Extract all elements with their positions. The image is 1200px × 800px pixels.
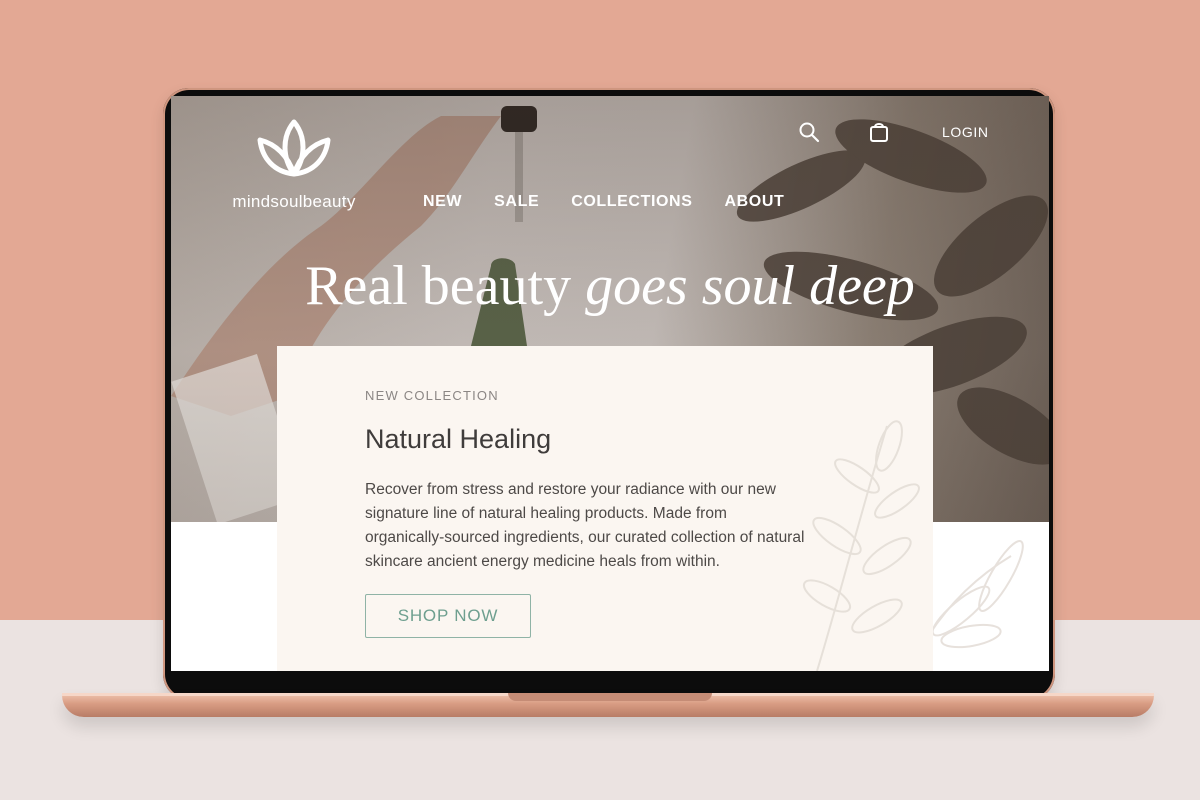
leaf-branch-illustration bbox=[802, 420, 920, 671]
nav-item-sale[interactable]: SALE bbox=[494, 193, 539, 211]
laptop-base-notch bbox=[508, 693, 712, 701]
card-description: Recover from stress and restore your rad… bbox=[365, 481, 805, 570]
shop-now-button[interactable]: SHOP NOW bbox=[365, 594, 531, 638]
brand-logo[interactable]: mindsoulbeauty bbox=[219, 118, 369, 212]
lotus-icon bbox=[257, 119, 331, 177]
login-link[interactable]: LOGIN bbox=[942, 124, 989, 140]
main-nav: NEW SALE COLLECTIONS ABOUT bbox=[423, 193, 816, 211]
laptop-screen: mindsoulbeauty NEW SALE COLLECTIONS ABOU… bbox=[171, 96, 1049, 671]
card-eyebrow: NEW COLLECTION bbox=[365, 388, 499, 403]
headline-italic: goes soul deep bbox=[585, 255, 915, 317]
nav-item-about[interactable]: ABOUT bbox=[724, 193, 784, 211]
headline-regular: Real beauty bbox=[305, 255, 572, 317]
collection-card: NEW COLLECTION Natural Healing Recover f… bbox=[277, 346, 933, 671]
nav-item-collections[interactable]: COLLECTIONS bbox=[571, 193, 692, 211]
utility-nav: LOGIN bbox=[798, 121, 989, 143]
shopping-bag-icon[interactable] bbox=[868, 121, 890, 143]
brand-name: mindsoulbeauty bbox=[232, 192, 356, 211]
card-title: Natural Healing bbox=[365, 424, 552, 454]
nav-item-new[interactable]: NEW bbox=[423, 193, 462, 211]
search-icon[interactable] bbox=[798, 121, 820, 143]
hero-headline: Real beauty goes soul deep bbox=[171, 254, 1049, 318]
